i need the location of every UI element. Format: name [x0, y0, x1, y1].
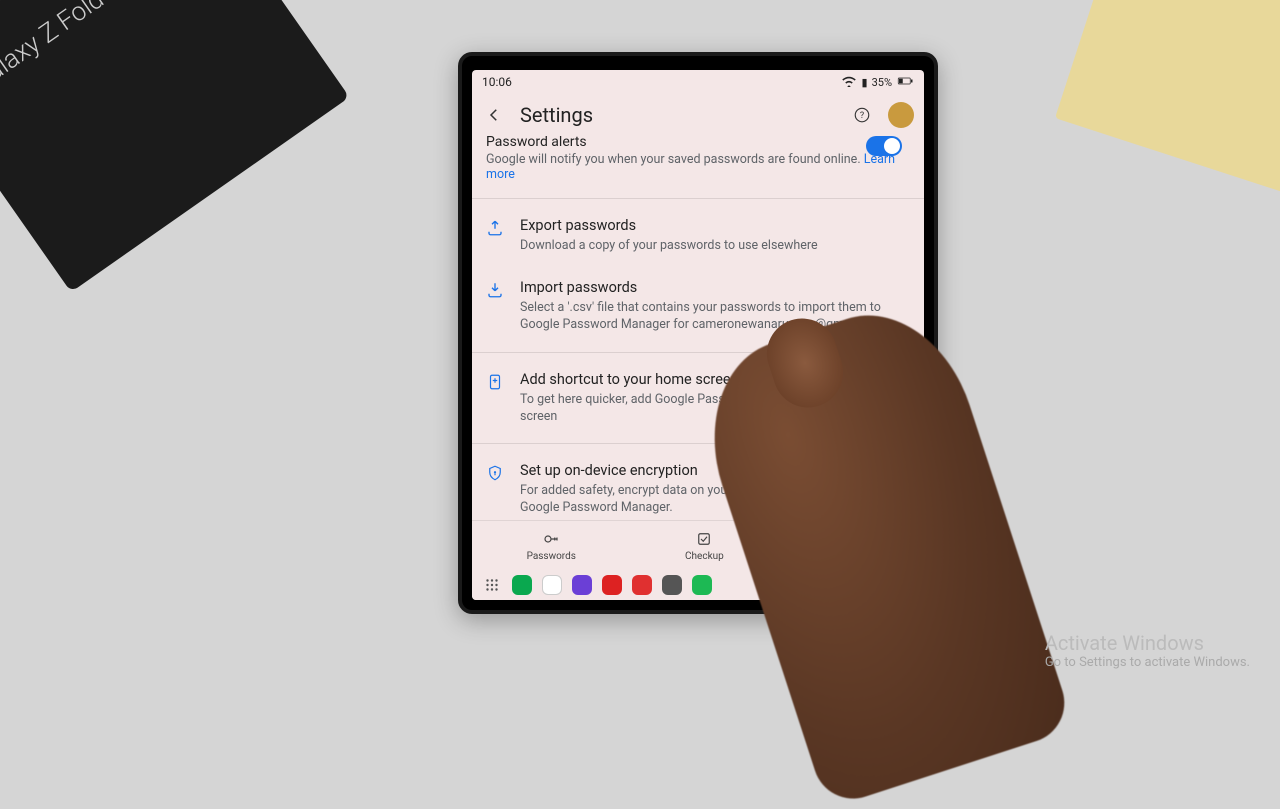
status-icons: ▮ 35% — [840, 72, 914, 93]
battery-icon — [896, 72, 914, 93]
taskbar-app-settings[interactable] — [662, 575, 682, 595]
checkup-icon — [687, 530, 721, 548]
nav-checkup-label: Checkup — [685, 551, 724, 562]
nav-passwords[interactable]: Passwords — [527, 530, 576, 562]
clock: 10:06 — [482, 75, 512, 89]
wifi-icon — [840, 72, 858, 93]
taskbar-app-red1[interactable] — [602, 575, 622, 595]
profile-avatar[interactable] — [888, 102, 914, 128]
divider — [472, 198, 924, 199]
nav-passwords-label: Passwords — [527, 551, 576, 562]
svg-text:?: ? — [860, 111, 864, 121]
taskbar-app-phone[interactable] — [512, 575, 532, 595]
page-title: Settings — [520, 103, 836, 127]
watermark-title: Activate Windows — [1045, 631, 1250, 655]
windows-watermark: Activate Windows Go to Settings to activ… — [1045, 631, 1250, 670]
export-title: Export passwords — [520, 217, 910, 234]
nav-checkup[interactable]: Checkup — [685, 530, 724, 562]
box-label: Galaxy Z Fold6 — [0, 0, 121, 97]
box-galaxy-z-fold6: Galaxy Z Fold6 — [0, 0, 350, 292]
passwords-icon — [534, 530, 568, 548]
taskbar-app-messages[interactable] — [542, 575, 562, 595]
import-title: Import passwords — [520, 279, 910, 296]
back-icon[interactable] — [482, 103, 506, 127]
watermark-sub: Go to Settings to activate Windows. — [1045, 655, 1250, 670]
password-alerts-title: Password alerts — [486, 136, 910, 150]
import-icon — [486, 279, 506, 334]
taskbar-app-red2[interactable] — [632, 575, 652, 595]
wooden-block — [1055, 0, 1280, 192]
app-drawer-icon[interactable] — [482, 575, 502, 595]
export-icon — [486, 217, 506, 255]
signal-icon: ▮ — [862, 76, 868, 89]
hand-overlay — [685, 291, 1074, 809]
shortcut-icon — [486, 371, 506, 426]
export-desc: Download a copy of your passwords to use… — [520, 238, 910, 255]
status-bar: 10:06 ▮ 35% — [472, 70, 924, 94]
taskbar-app-purple[interactable] — [572, 575, 592, 595]
battery-text: 35% — [872, 76, 892, 89]
app-header: Settings ? — [472, 94, 924, 136]
taskbar-app-spotify[interactable] — [692, 575, 712, 595]
password-alerts-toggle[interactable] — [866, 136, 902, 156]
shield-icon — [486, 462, 506, 517]
password-alerts-desc: Google will notify you when your saved p… — [486, 152, 910, 182]
password-alerts-row[interactable]: Password alerts Google will notify you w… — [472, 136, 924, 192]
help-icon[interactable]: ? — [850, 103, 874, 127]
export-passwords-row[interactable]: Export passwords Download a copy of your… — [472, 205, 924, 267]
